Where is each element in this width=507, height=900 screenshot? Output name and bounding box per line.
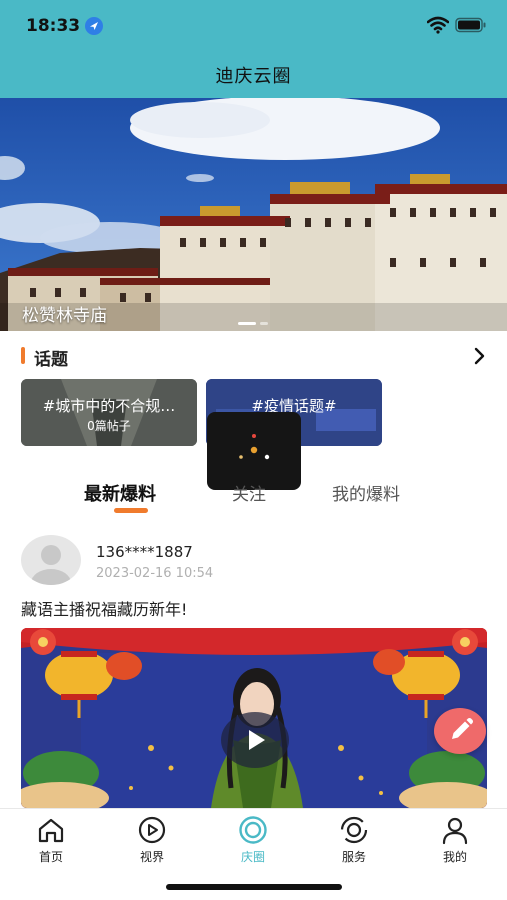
banner-dot — [260, 322, 268, 325]
default-avatar-icon — [31, 545, 71, 585]
nav-item-vision[interactable]: 视界 — [122, 815, 182, 865]
play-button[interactable] — [221, 712, 289, 768]
play-circle-icon — [138, 816, 166, 844]
page-title: 迪庆云圈 — [215, 66, 292, 87]
feed-tabs: 最新爆料 关注 我的爆料 — [0, 478, 507, 518]
nav-item-profile[interactable]: 我的 — [425, 815, 485, 865]
nav-item-home[interactable]: 首页 — [21, 815, 81, 865]
banner-caption: 松赞林寺庙 — [22, 306, 107, 326]
user-icon — [442, 817, 468, 845]
banner-dot-active — [238, 322, 256, 325]
post-timestamp: 2023-02-16 10:54 — [96, 566, 214, 581]
avatar[interactable] — [21, 535, 81, 585]
tab-latest[interactable]: 最新爆料 — [84, 480, 156, 506]
nav-label-vision: 视界 — [139, 850, 164, 864]
pencil-icon — [452, 718, 473, 739]
topic-card-count: 0篇帖子 — [87, 419, 131, 433]
topic-card[interactable]: #城市中的不合规… 0篇帖子 — [21, 379, 197, 446]
banner-pagination — [238, 322, 268, 326]
tab-my-reports[interactable]: 我的爆料 — [332, 480, 400, 505]
nav-label-circle: 庆圈 — [240, 850, 265, 864]
nav-item-service[interactable]: 服务 — [324, 815, 384, 865]
battery-icon — [455, 17, 487, 33]
status-bar: 18:33 — [0, 0, 507, 50]
tab-following[interactable]: 关注 — [232, 480, 266, 505]
nav-label-service: 服务 — [341, 850, 366, 864]
chevron-right-icon[interactable] — [472, 346, 488, 366]
tab-active-indicator — [114, 508, 148, 513]
topics-title: 话题 — [34, 350, 68, 370]
nav-label-profile: 我的 — [442, 850, 467, 864]
banner-carousel[interactable]: 松赞林寺庙 — [0, 98, 507, 331]
topic-card-title: #城市中的不合规… — [42, 397, 176, 415]
post-username[interactable]: 136****1887 — [96, 543, 193, 561]
service-swirl-icon — [340, 816, 368, 844]
nav-label-home: 首页 — [38, 850, 63, 864]
topics-header: 话题 — [0, 343, 507, 370]
home-icon — [38, 818, 64, 843]
topics-accent-bar — [21, 347, 25, 364]
home-indicator[interactable] — [166, 884, 342, 890]
compose-button[interactable] — [434, 708, 486, 754]
app-header: 18:33 迪庆云圈 — [0, 0, 507, 98]
wifi-icon — [426, 16, 450, 34]
nav-item-circle[interactable]: 庆圈 — [223, 815, 283, 865]
circle-ring-icon — [239, 816, 267, 844]
banner-image — [0, 98, 507, 331]
play-icon — [249, 730, 265, 750]
post-text[interactable]: 藏语主播祝福藏历新年! — [21, 596, 187, 620]
status-time: 18:33 — [26, 16, 81, 36]
location-arrow-icon — [85, 17, 103, 35]
